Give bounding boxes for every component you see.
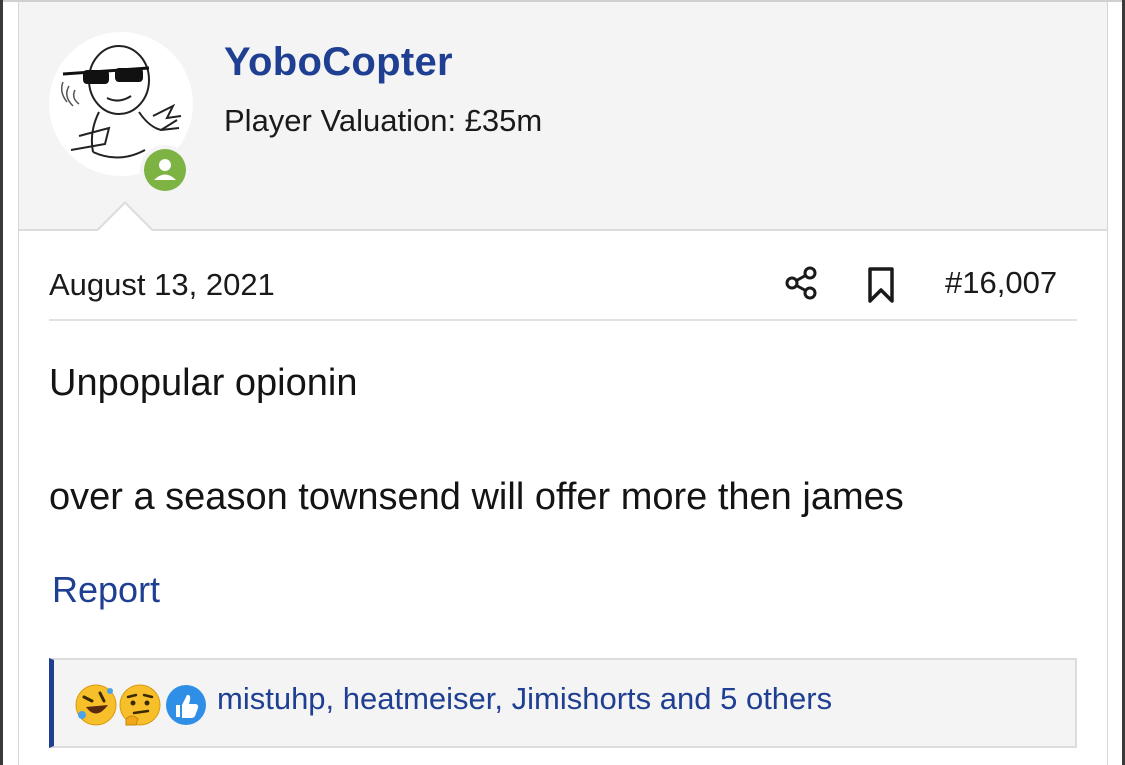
thumbs-up-icon <box>166 685 206 725</box>
post-body-line: over a season townsend will offer more t… <box>49 476 904 518</box>
rofl-emoji-icon <box>75 684 117 726</box>
report-link[interactable]: Report <box>52 569 160 611</box>
thinking-emoji-icon <box>119 684 161 726</box>
reaction-icons <box>75 684 206 726</box>
post-number-link[interactable]: #16,007 <box>945 265 1057 301</box>
bookmark-icon[interactable] <box>866 266 896 304</box>
forum-post: YoboCopter Player Valuation: £35m August… <box>18 2 1108 765</box>
share-icon[interactable] <box>783 265 819 301</box>
divider <box>49 319 1077 321</box>
post-author-header: YoboCopter Player Valuation: £35m <box>19 2 1107 231</box>
screenshot-frame: YoboCopter Player Valuation: £35m August… <box>0 0 1125 765</box>
online-status-badge <box>140 145 190 195</box>
user-online-icon <box>144 149 186 191</box>
reaction-users-link[interactable]: mistuhp, heatmeiser, Jimishorts and 5 ot… <box>217 681 832 717</box>
post-body-line: Unpopular opionin <box>49 362 358 404</box>
reactions-bar[interactable]: mistuhp, heatmeiser, Jimishorts and 5 ot… <box>49 658 1077 748</box>
header-pointer-fill <box>98 204 152 231</box>
left-edge <box>0 0 3 765</box>
username-link[interactable]: YoboCopter <box>224 40 453 85</box>
post-date[interactable]: August 13, 2021 <box>49 267 275 303</box>
user-title: Player Valuation: £35m <box>224 103 543 138</box>
